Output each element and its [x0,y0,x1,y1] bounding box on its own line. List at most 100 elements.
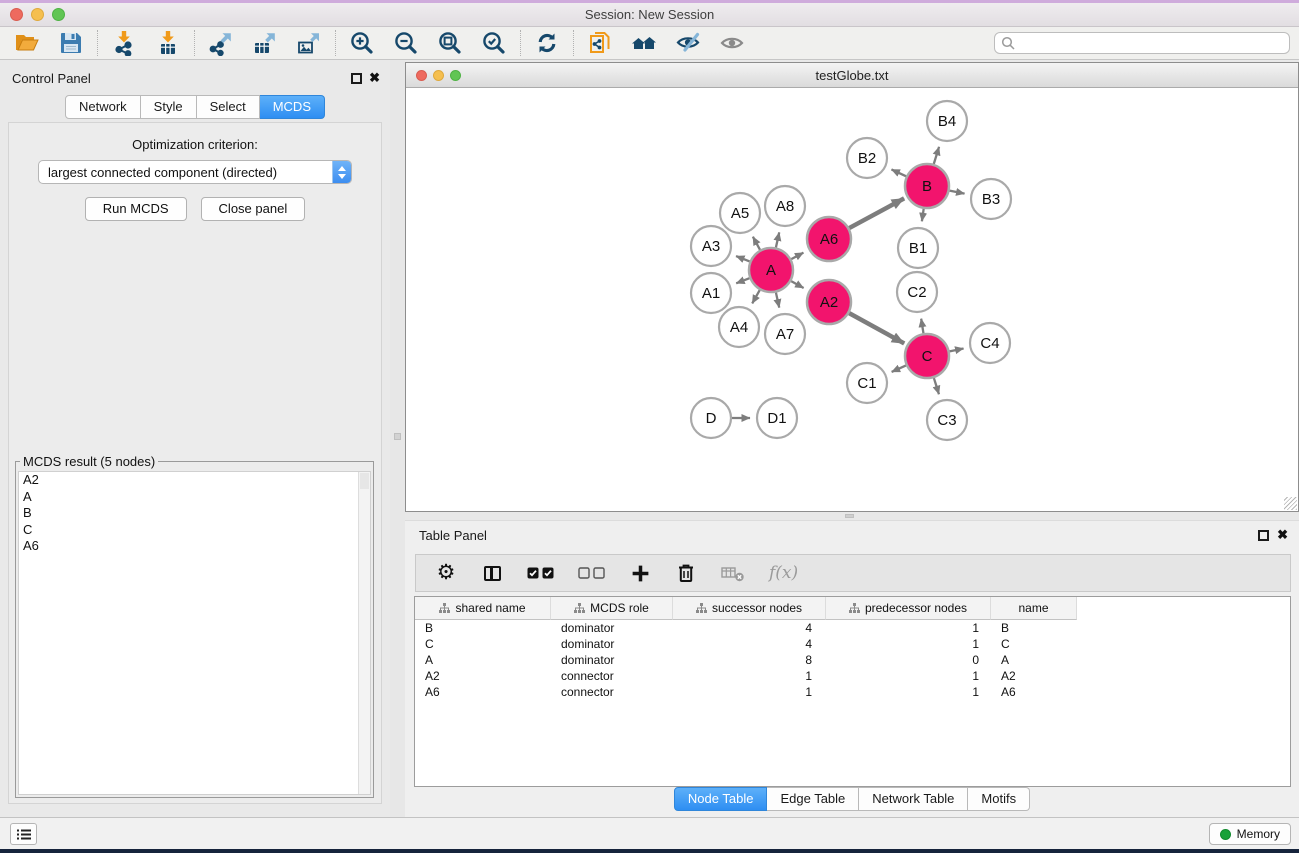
node-A[interactable]: A [749,248,793,292]
vertical-splitter[interactable] [390,60,405,817]
memory-button[interactable]: Memory [1209,823,1291,845]
edge-B-B1[interactable] [922,209,924,222]
table-cell[interactable]: 1 [673,668,826,684]
horizontal-splitter[interactable] [405,512,1299,520]
tab-select[interactable]: Select [197,95,260,119]
table-cell[interactable]: 1 [826,684,991,700]
node-D1[interactable]: D1 [757,398,797,438]
home-icon[interactable] [631,30,657,56]
mcds-result-item[interactable]: A [19,489,370,506]
list-scrollbar[interactable] [358,472,370,794]
table-tab-network-table[interactable]: Network Table [859,787,968,811]
table-cell[interactable]: B [991,620,1077,636]
splitter-grip[interactable] [845,514,854,518]
node-A1[interactable]: A1 [691,273,731,313]
table-row[interactable]: Bdominator41B [415,620,1290,636]
close-panel-icon[interactable]: ✖ [1277,528,1288,542]
table-cell[interactable]: connector [551,684,673,700]
edge-A2-C[interactable] [849,313,904,343]
edge-C-C2[interactable] [921,319,923,334]
tab-style[interactable]: Style [141,95,197,119]
table-cell[interactable]: 8 [673,652,826,668]
table-tab-edge-table[interactable]: Edge Table [767,787,859,811]
criterion-select[interactable]: largest connected component (directed) [38,160,352,184]
table-tab-motifs[interactable]: Motifs [968,787,1030,811]
export-image-icon[interactable] [296,30,322,56]
table-cell[interactable]: A2 [415,668,551,684]
edge-A-A8[interactable] [776,232,779,247]
table-cell[interactable]: B [415,620,551,636]
table-cell[interactable]: 0 [826,652,991,668]
table-row[interactable]: A6connector11A6 [415,684,1290,700]
table-row[interactable]: Cdominator41C [415,636,1290,652]
function-builder-icon[interactable]: f(x) [769,561,798,585]
close-panel-button[interactable]: Close panel [201,197,306,221]
search-input[interactable] [1019,36,1283,50]
run-mcds-button[interactable]: Run MCDS [85,197,187,221]
node-B1[interactable]: B1 [898,228,938,268]
table-cell[interactable]: A2 [991,668,1077,684]
save-session-icon[interactable] [58,30,84,56]
edge-A-A5[interactable] [753,237,760,250]
node-C1[interactable]: C1 [847,363,887,403]
edge-A-A3[interactable] [736,256,750,261]
table-cell[interactable]: C [415,636,551,652]
import-network-icon[interactable] [111,30,137,56]
mcds-result-item[interactable]: A2 [19,472,370,489]
table-row[interactable]: Adominator80A [415,652,1290,668]
node-B2[interactable]: B2 [847,138,887,178]
mcds-result-list[interactable]: A2ABCA6 [18,471,371,795]
import-table-icon[interactable] [155,30,181,56]
task-history-button[interactable] [10,823,37,845]
table-cell[interactable]: A6 [415,684,551,700]
edge-A-A1[interactable] [736,278,749,283]
zoom-selected-icon[interactable] [481,30,507,56]
table-cell[interactable]: dominator [551,636,673,652]
open-session-file-icon[interactable] [587,30,613,56]
table-cell[interactable]: A [415,652,551,668]
node-C[interactable]: C [905,334,949,378]
mcds-result-item[interactable]: C [19,522,370,539]
table-cell[interactable]: dominator [551,620,673,636]
node-C3[interactable]: C3 [927,400,967,440]
edge-A-A6[interactable] [791,253,803,259]
table-cell[interactable]: A [991,652,1077,668]
node-B[interactable]: B [905,164,949,208]
node-A5[interactable]: A5 [720,193,760,233]
node-A6[interactable]: A6 [807,217,851,261]
node-A7[interactable]: A7 [765,314,805,354]
mcds-result-item[interactable]: A6 [19,538,370,555]
node-D[interactable]: D [691,398,731,438]
export-network-icon[interactable] [208,30,234,56]
node-A2[interactable]: A2 [807,280,851,324]
table-cell[interactable]: 1 [826,668,991,684]
table-cell[interactable]: C [991,636,1077,652]
node-A3[interactable]: A3 [691,226,731,266]
edge-A-A4[interactable] [752,290,760,303]
search-field[interactable] [994,32,1290,54]
table-cell[interactable]: connector [551,668,673,684]
table-row[interactable]: A2connector11A2 [415,668,1290,684]
column-header-predecessor-nodes[interactable]: predecessor nodes [826,597,991,620]
add-column-icon[interactable] [629,561,651,585]
table-cell[interactable]: A6 [991,684,1077,700]
node-A8[interactable]: A8 [765,186,805,226]
edge-B-B2[interactable] [891,169,906,176]
delete-table-icon[interactable] [721,561,745,585]
node-B3[interactable]: B3 [971,179,1011,219]
float-panel-icon[interactable] [351,73,362,84]
table-cell[interactable]: 1 [826,620,991,636]
network-canvas[interactable]: B4B2BB3B1A5A8A6A3AA1C2A2A4A7C4CC1C3DD1 [406,89,1298,512]
table-cell[interactable]: dominator [551,652,673,668]
table-cell[interactable]: 1 [673,684,826,700]
table-settings-icon[interactable]: ⚙ [435,561,457,585]
node-B4[interactable]: B4 [927,101,967,141]
column-header-name[interactable]: name [991,597,1077,620]
open-session-icon[interactable] [14,30,40,56]
node-C4[interactable]: C4 [970,323,1010,363]
edge-B-B3[interactable] [950,191,965,194]
node-A4[interactable]: A4 [719,307,759,347]
zoom-in-icon[interactable] [349,30,375,56]
table-cell[interactable]: 1 [826,636,991,652]
column-header-shared-name[interactable]: shared name [415,597,551,620]
